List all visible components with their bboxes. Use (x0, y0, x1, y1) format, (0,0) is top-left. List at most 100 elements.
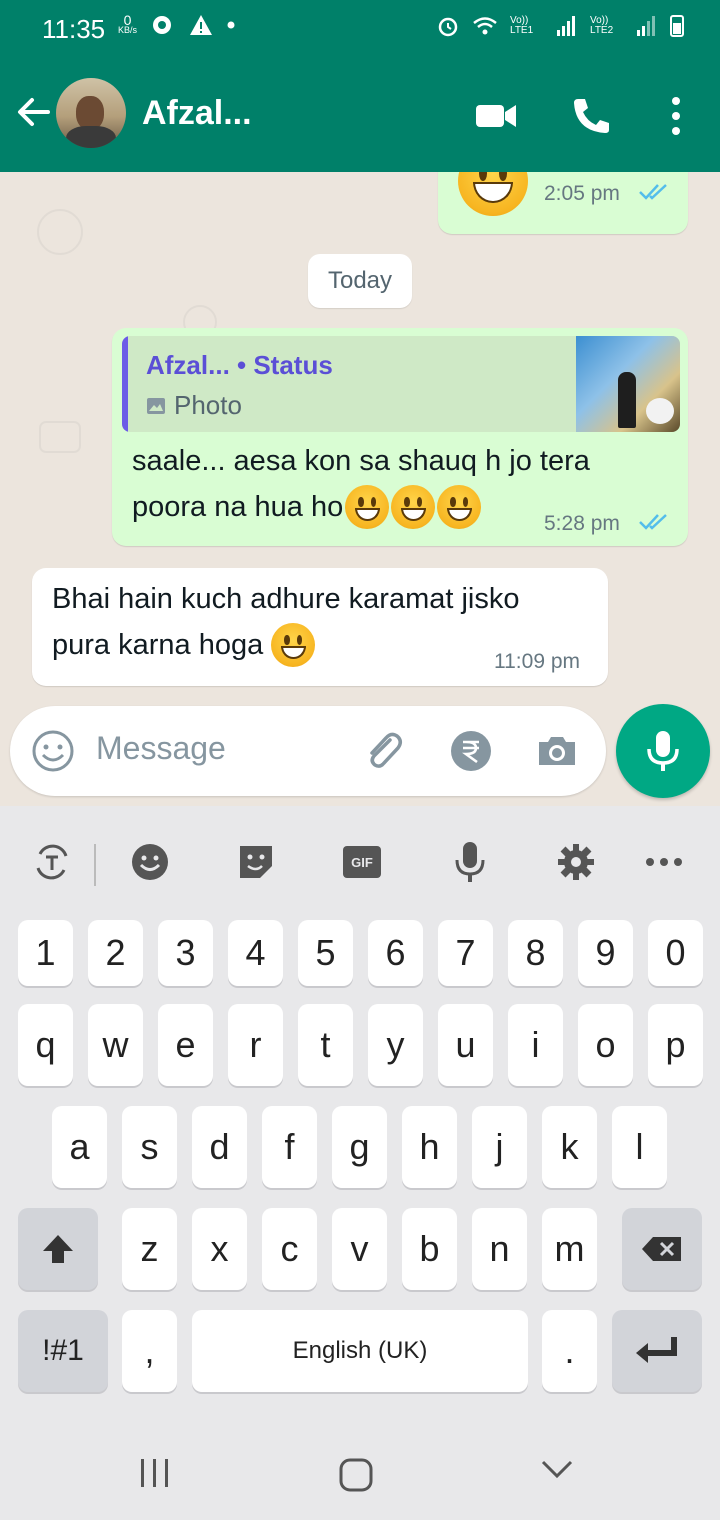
grin-emoji-icon (345, 485, 390, 529)
key-t[interactable]: t (298, 1004, 353, 1086)
key-e[interactable]: e (158, 1004, 213, 1086)
voice-record-button[interactable] (616, 704, 710, 798)
sticker-icon[interactable] (234, 840, 278, 884)
key-x[interactable]: x (192, 1208, 247, 1290)
back-arrow-icon[interactable] (14, 92, 54, 132)
key-3[interactable]: 3 (158, 920, 213, 986)
quoted-status-reply[interactable]: Afzal... • Status Photo (122, 336, 680, 432)
rupee-icon[interactable] (448, 728, 494, 774)
message-input[interactable]: Message (96, 730, 226, 767)
message-bubble-outgoing[interactable]: Afzal... • Status Photo saale... aesa ko… (112, 328, 688, 546)
space-bar[interactable]: English (UK) (192, 1310, 528, 1392)
key-m[interactable]: m (542, 1208, 597, 1290)
message-time: 5:28 pm (544, 512, 620, 535)
emoji-keyboard-icon[interactable] (128, 840, 172, 884)
read-ticks-icon (639, 184, 667, 200)
key-b[interactable]: b (402, 1208, 457, 1290)
key-g[interactable]: g (332, 1106, 387, 1188)
key-o[interactable]: o (578, 1004, 633, 1086)
key-q[interactable]: q (18, 1004, 73, 1086)
phone-icon[interactable] (570, 96, 614, 136)
symbols-key[interactable]: !#1 (18, 1310, 108, 1392)
contact-name[interactable]: Afzal... (142, 94, 252, 133)
more-horiz-icon[interactable] (642, 840, 686, 884)
enter-icon (636, 1337, 677, 1363)
grin-emoji-icon (458, 172, 528, 216)
alarm-icon (438, 17, 458, 37)
shift-key[interactable] (18, 1208, 98, 1290)
key-0[interactable]: 0 (648, 920, 703, 986)
message-text: saale... aesa kon sa shauq h jo tera poo… (132, 438, 590, 530)
message-time: 2:05 pm (544, 182, 620, 205)
key-8[interactable]: 8 (508, 920, 563, 986)
message-bubble-outgoing[interactable]: 2:05 pm (438, 172, 688, 234)
key-y[interactable]: y (368, 1004, 423, 1086)
back-nav-icon[interactable] (540, 1458, 574, 1480)
key-n[interactable]: n (472, 1208, 527, 1290)
backspace-key[interactable] (622, 1208, 702, 1290)
shift-arrow-icon (43, 1235, 73, 1263)
thumbnail-person (618, 372, 636, 428)
gif-icon[interactable]: GIF (340, 840, 384, 884)
system-nav-bar (0, 1422, 720, 1520)
key-h[interactable]: h (402, 1106, 457, 1188)
chat-bubble-icon (153, 16, 172, 34)
settings-gear-icon[interactable] (554, 840, 598, 884)
key-p[interactable]: p (648, 1004, 703, 1086)
key-a[interactable]: a (52, 1106, 107, 1188)
more-vert-icon[interactable] (654, 96, 698, 136)
voice-input-icon[interactable] (448, 840, 492, 884)
emoji-icon[interactable] (30, 728, 76, 774)
key-9[interactable]: 9 (578, 920, 633, 986)
status-right-icons: Vo)) LTE1 Vo)) LTE2 (436, 14, 684, 38)
key-c[interactable]: c (262, 1208, 317, 1290)
paperclip-icon[interactable] (360, 728, 406, 774)
message-bubble-incoming[interactable]: Bhai hain kuch adhure karamat jisko pura… (32, 568, 608, 686)
wifi-icon (473, 17, 497, 35)
key-6[interactable]: 6 (368, 920, 423, 986)
key-l[interactable]: l (612, 1106, 667, 1188)
key-u[interactable]: u (438, 1004, 493, 1086)
gif-label: GIF (343, 846, 381, 878)
message-text-line-1: saale... aesa kon sa shauq h jo tera (132, 445, 590, 477)
thumbnail-flowers (646, 398, 674, 424)
key-i[interactable]: i (508, 1004, 563, 1086)
comma-key[interactable]: , (122, 1310, 177, 1392)
enter-key[interactable] (612, 1310, 702, 1392)
key-4[interactable]: 4 (228, 920, 283, 986)
emoji-mouth (446, 507, 472, 522)
backspace-icon (642, 1237, 681, 1261)
emoji-eye (462, 497, 469, 507)
key-7[interactable]: 7 (438, 920, 493, 986)
key-1[interactable]: 1 (18, 920, 73, 986)
key-w[interactable]: w (88, 1004, 143, 1086)
message-text: Bhai hain kuch adhure karamat jisko pura… (52, 576, 519, 668)
key-d[interactable]: d (192, 1106, 247, 1188)
read-ticks-icon (639, 514, 667, 530)
date-chip: Today (308, 254, 412, 308)
net-speed-value: 0 (123, 12, 132, 28)
reply-author: Afzal... • Status (146, 350, 333, 380)
key-z[interactable]: z (122, 1208, 177, 1290)
avatar[interactable] (56, 78, 126, 148)
message-text-line-2-wrap: pura karna hoga (52, 622, 519, 668)
key-s[interactable]: s (122, 1106, 177, 1188)
key-j[interactable]: j (472, 1106, 527, 1188)
home-icon[interactable] (338, 1458, 374, 1492)
message-text-line-2-wrap: poora na hua ho (132, 484, 590, 530)
key-r[interactable]: r (228, 1004, 283, 1086)
warning-icon (190, 15, 213, 35)
key-5[interactable]: 5 (298, 920, 353, 986)
avatar-face (76, 96, 104, 130)
key-2[interactable]: 2 (88, 920, 143, 986)
emoji-eye (370, 497, 377, 507)
recent-apps-icon[interactable] (138, 1458, 172, 1488)
key-k[interactable]: k (542, 1106, 597, 1188)
key-f[interactable]: f (262, 1106, 317, 1188)
reply-type-label: Photo (174, 390, 242, 420)
key-v[interactable]: v (332, 1208, 387, 1290)
video-call-icon[interactable] (474, 96, 518, 136)
camera-icon[interactable] (534, 728, 580, 774)
translate-icon[interactable] (30, 840, 74, 884)
period-key[interactable]: . (542, 1310, 597, 1392)
